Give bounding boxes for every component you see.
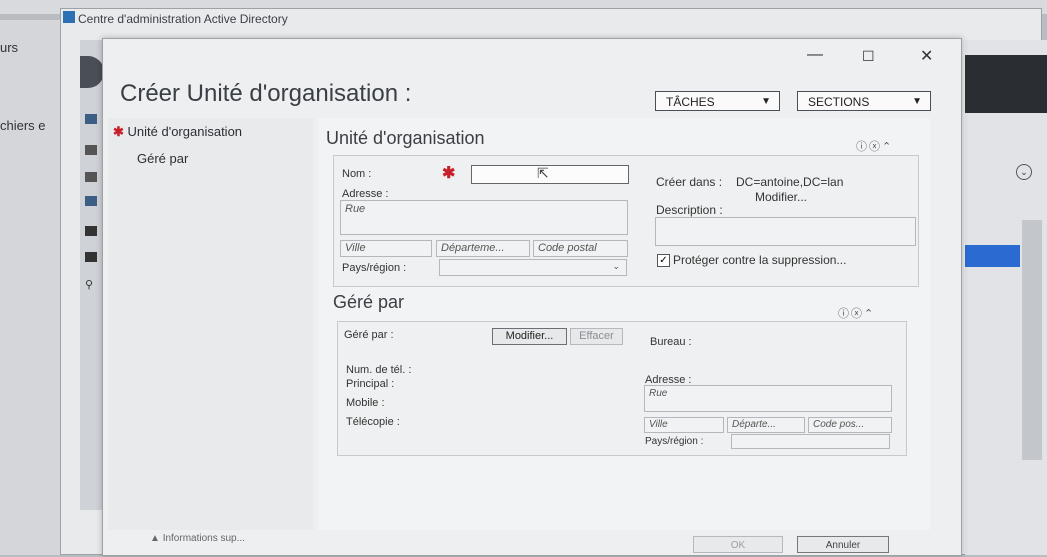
ad-admin-center-icon: [63, 11, 75, 23]
more-info-toggle[interactable]: ▲ Informations sup...: [150, 533, 245, 544]
tasks-label: TÂCHES: [666, 95, 715, 109]
overview-icon[interactable]: [85, 114, 97, 124]
ou-section-title: Unité d'organisation: [326, 128, 485, 148]
nav-item-label: Géré par: [137, 151, 189, 166]
tree-icon[interactable]: [85, 172, 97, 182]
background-scrollbar[interactable]: [1022, 220, 1042, 460]
tasks-dropdown[interactable]: TÂCHES ▼: [655, 91, 780, 111]
modify-manager-button[interactable]: Modifier...: [492, 328, 567, 345]
postal-code-field[interactable]: Code postal: [533, 240, 628, 257]
cancel-button[interactable]: Annuler: [797, 536, 889, 553]
manager-country-label: Pays/région :: [645, 436, 704, 447]
chevron-up-icon: ▲: [150, 533, 160, 544]
country-label: Pays/région :: [342, 262, 407, 274]
close-section-icon[interactable]: ⓧ: [851, 308, 864, 320]
help-icon[interactable]: ⓘ: [856, 141, 869, 153]
background-selected-row: [965, 245, 1020, 267]
chevron-down-icon[interactable]: ⌄: [1016, 164, 1032, 180]
minimize-button[interactable]: —: [807, 46, 823, 64]
street-field[interactable]: Rue: [340, 200, 628, 235]
section-nav: [108, 118, 313, 530]
name-label: Nom :: [342, 168, 372, 180]
managed-section-title: Géré par: [333, 292, 405, 312]
folder-icon[interactable]: [85, 252, 97, 262]
country-select[interactable]: ⌄: [439, 259, 627, 276]
dialog-title: Créer Unité d'organisation :: [120, 80, 412, 107]
address-label: Adresse :: [342, 188, 389, 200]
description-input[interactable]: [655, 217, 916, 246]
manager-city-field[interactable]: Ville: [644, 417, 724, 433]
create-in-value: DC=antoine,DC=lan: [736, 175, 844, 189]
phone-label: Num. de tél. :: [346, 364, 412, 376]
section-icons[interactable]: ⓘⓧ⌃: [838, 305, 875, 321]
close-section-icon[interactable]: ⓧ: [869, 141, 882, 153]
more-info-label: Informations sup...: [162, 533, 245, 544]
name-input[interactable]: [471, 165, 629, 184]
collapse-icon[interactable]: ⌃: [882, 141, 893, 153]
office-label: Bureau :: [650, 336, 692, 348]
mouse-cursor-icon: ⇱: [537, 165, 549, 181]
managed-by-label: Géré par :: [344, 329, 394, 341]
required-icon: ✱: [113, 124, 124, 139]
postal-placeholder: Code pos...: [813, 419, 865, 430]
required-icon: ✱: [442, 165, 456, 182]
folder-icon[interactable]: [85, 226, 97, 236]
city-field[interactable]: Ville: [340, 240, 432, 257]
mobile-label: Mobile :: [346, 397, 385, 409]
help-icon[interactable]: ⓘ: [838, 308, 851, 320]
fax-label: Télécopie :: [346, 416, 400, 428]
caret-down-icon: ▼: [912, 96, 922, 107]
search-icon[interactable]: ⚲: [85, 278, 97, 291]
collapse-icon[interactable]: ⌃: [864, 308, 875, 320]
manager-department-field[interactable]: Départe...: [727, 417, 805, 433]
city-placeholder: Ville: [345, 242, 366, 254]
background-header: [965, 55, 1047, 113]
background-text: chiers e: [0, 118, 46, 133]
chevron-down-icon: ⌄: [612, 261, 620, 271]
city-placeholder: Ville: [649, 419, 668, 430]
list-icon[interactable]: [85, 145, 97, 155]
department-field[interactable]: Départeme...: [436, 240, 530, 257]
manager-street-field[interactable]: Rue: [644, 385, 892, 412]
main-phone-label: Principal :: [346, 378, 395, 390]
protect-label: Protéger contre la suppression...: [673, 253, 847, 267]
maximize-button[interactable]: ☐: [862, 48, 875, 65]
nav-item-label: Unité d'organisation: [127, 124, 243, 139]
manager-country-select[interactable]: [731, 434, 890, 449]
street-placeholder: Rue: [649, 388, 668, 399]
sections-label: SECTIONS: [808, 95, 870, 109]
domain-icon[interactable]: [85, 196, 97, 206]
postal-placeholder: Code postal: [538, 242, 597, 254]
description-label: Description :: [656, 203, 723, 217]
background-text: urs: [0, 40, 19, 55]
nav-item-ou[interactable]: ✱ Unité d'organisation: [113, 124, 242, 140]
modify-location-link[interactable]: Modifier...: [755, 190, 807, 204]
department-placeholder: Départe...: [732, 419, 776, 430]
caret-down-icon: ▼: [761, 96, 771, 107]
parent-nav-strip: [80, 40, 104, 510]
manager-postal-field[interactable]: Code pos...: [808, 417, 892, 433]
street-placeholder: Rue: [345, 203, 366, 215]
close-button[interactable]: ✕: [920, 46, 933, 66]
parent-window-title: Centre d'administration Active Directory: [78, 12, 288, 26]
section-icons[interactable]: ⓘⓧ⌃: [856, 138, 893, 154]
sections-dropdown[interactable]: SECTIONS ▼: [797, 91, 931, 111]
ok-button[interactable]: OK: [693, 536, 783, 553]
clear-manager-button[interactable]: Effacer: [570, 328, 623, 345]
department-placeholder: Départeme...: [441, 242, 505, 254]
create-in-label: Créer dans :: [656, 175, 723, 189]
protect-checkbox[interactable]: ✓: [657, 254, 670, 267]
nav-item-managed-by[interactable]: Géré par: [137, 151, 188, 166]
